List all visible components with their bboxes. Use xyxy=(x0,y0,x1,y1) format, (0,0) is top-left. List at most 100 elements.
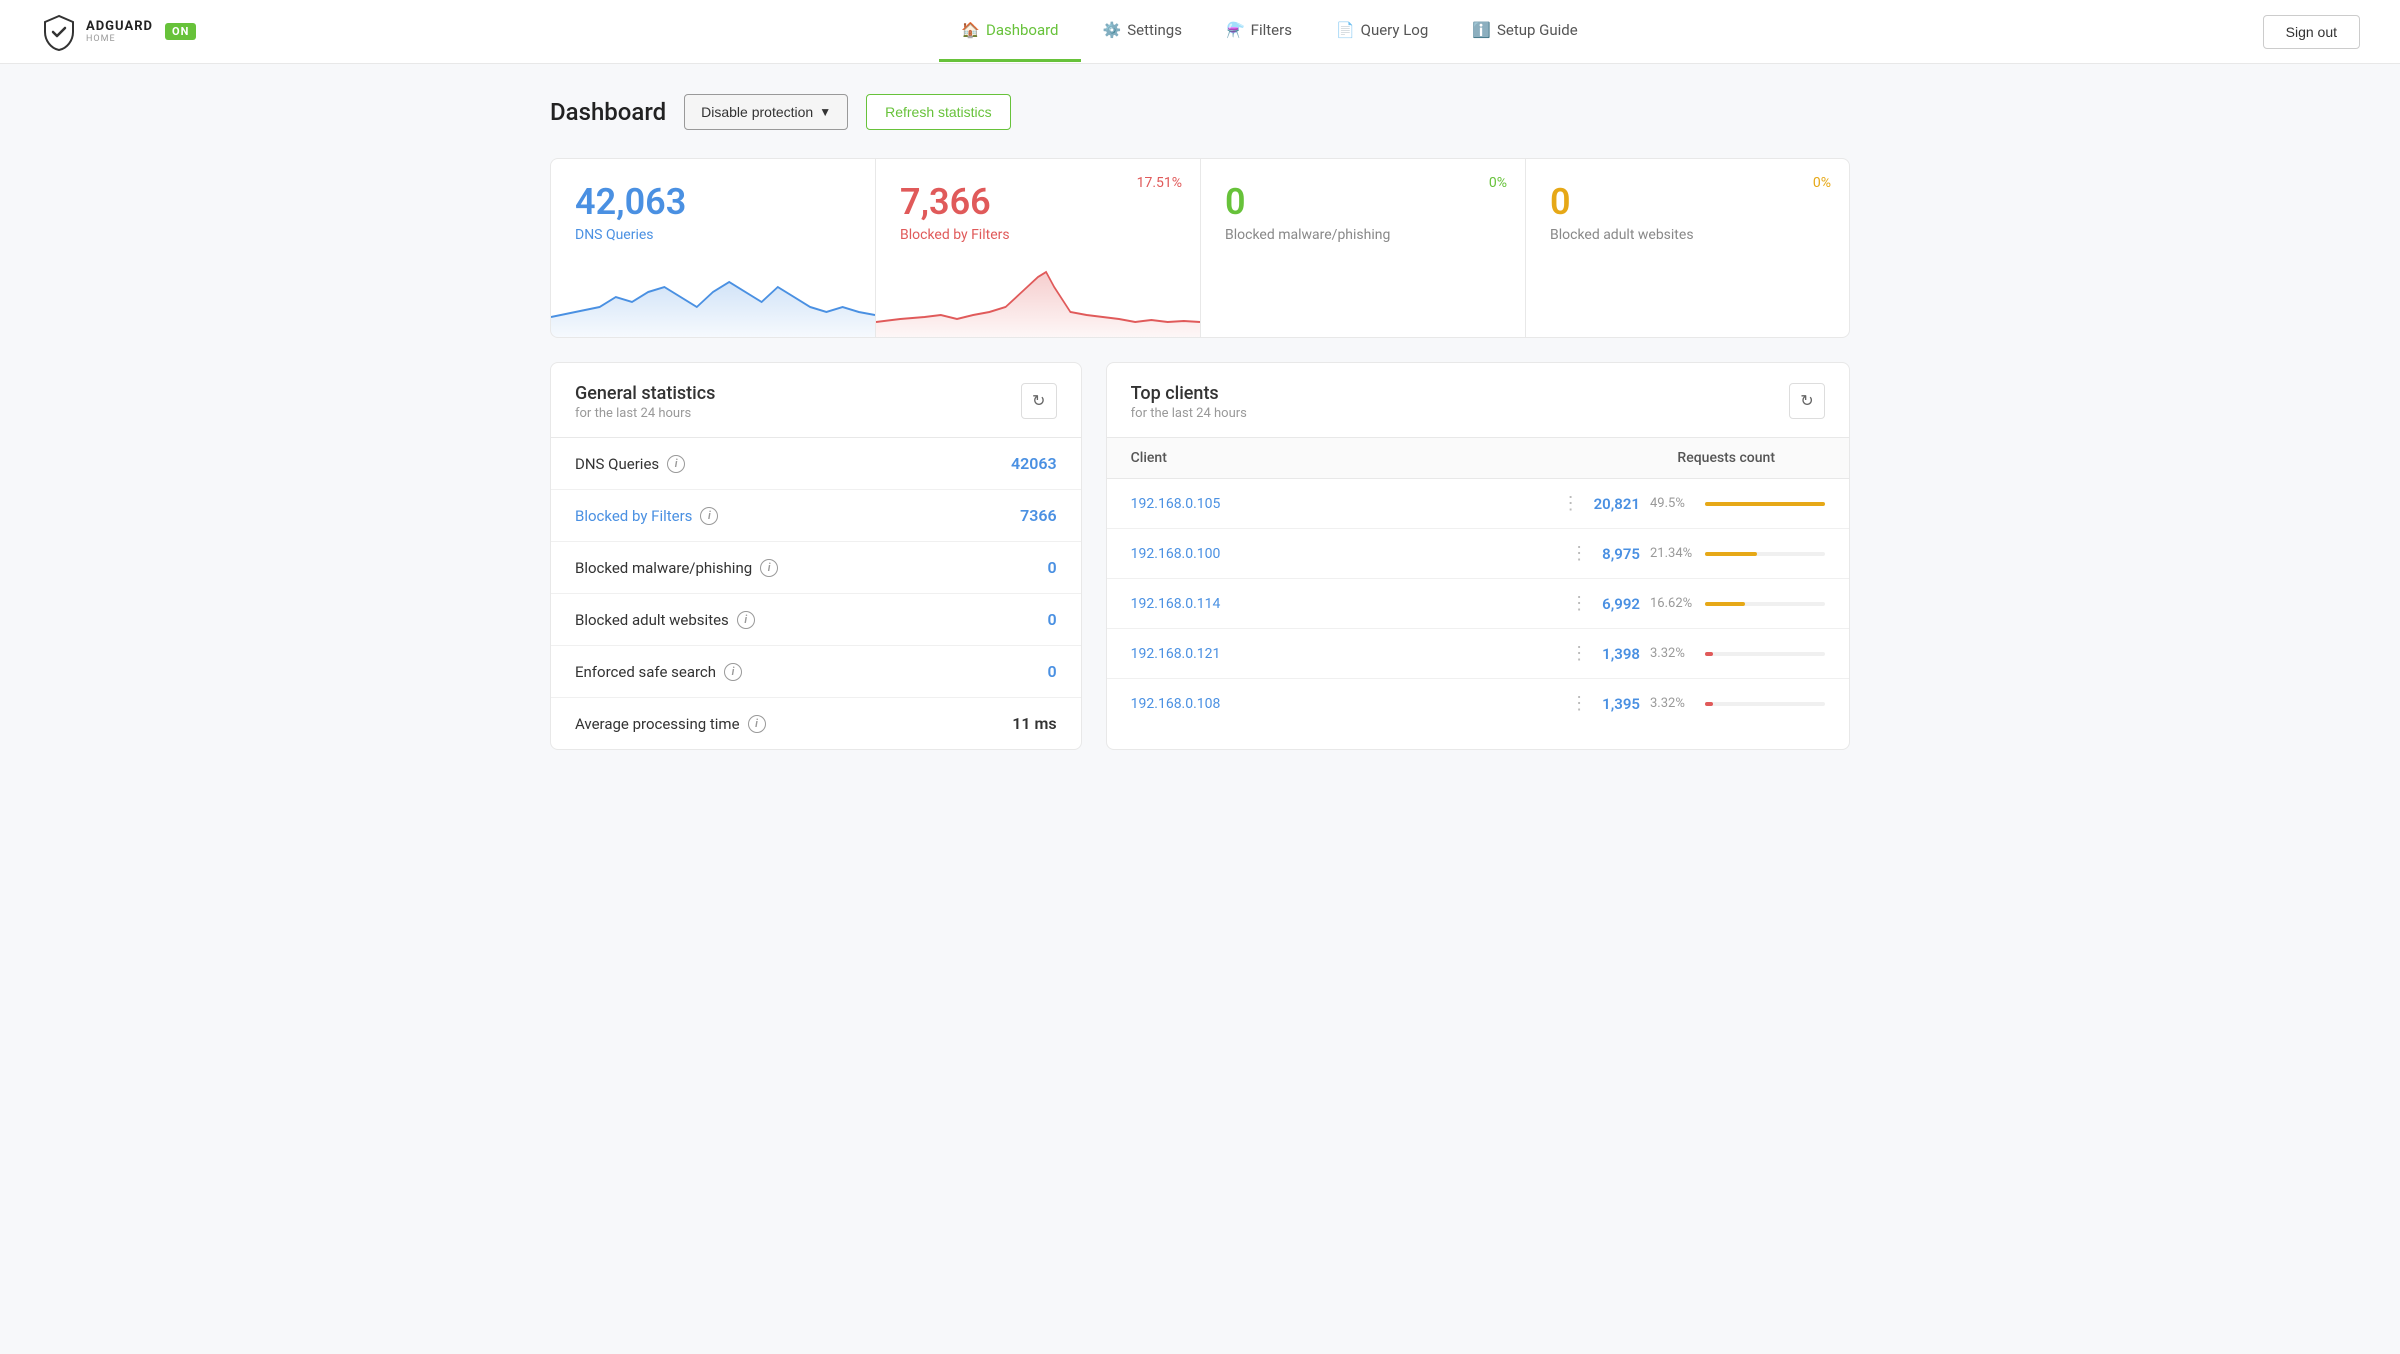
client-percent-3: 3.32% xyxy=(1650,646,1695,661)
blocked-filters-chart xyxy=(876,257,1200,337)
logo: ADGUARD HOME ON xyxy=(40,13,196,51)
blocked-malware-help-icon[interactable]: i xyxy=(760,559,778,577)
client-ip-2[interactable]: 192.168.0.114 xyxy=(1131,596,1557,612)
blocked-malware-percent: 0% xyxy=(1489,175,1507,191)
stat-row-blocked-filters-label[interactable]: Blocked by Filters i xyxy=(575,507,718,525)
client-row-0: 192.168.0.105 ⋮ 20,821 49.5% xyxy=(1107,479,1849,529)
client-percent-2: 16.62% xyxy=(1650,596,1695,611)
nav-settings-label: Settings xyxy=(1127,21,1182,39)
page-title: Dashboard xyxy=(550,98,666,126)
dns-queries-number: 42,063 xyxy=(575,181,851,223)
client-bar-2 xyxy=(1705,602,1825,606)
top-clients-panel: Top clients for the last 24 hours ↻ Clie… xyxy=(1106,362,1850,750)
client-right-1: ⋮ 8,975 21.34% xyxy=(1566,543,1825,564)
log-icon: 📄 xyxy=(1336,21,1355,39)
client-count-0: 20,821 xyxy=(1594,495,1640,513)
stat-row-safe-search-label: Enforced safe search i xyxy=(575,663,742,681)
nav-dashboard[interactable]: 🏠 Dashboard xyxy=(939,1,1080,62)
chevron-down-icon: ▼ xyxy=(819,105,831,119)
home-icon: 🏠 xyxy=(961,21,980,39)
client-percent-1: 21.34% xyxy=(1650,546,1695,561)
general-stats-subtitle: for the last 24 hours xyxy=(575,406,715,421)
col-client-header: Client xyxy=(1131,450,1678,466)
dns-queries-label: DNS Queries xyxy=(575,227,851,243)
client-menu-3[interactable]: ⋮ xyxy=(1566,643,1592,664)
dns-queries-help-icon[interactable]: i xyxy=(667,455,685,473)
general-stats-title-area: General statistics for the last 24 hours xyxy=(575,383,715,421)
client-bar-1 xyxy=(1705,552,1825,556)
blocked-filters-label: Blocked by Filters xyxy=(900,227,1176,243)
nav-query-log[interactable]: 📄 Query Log xyxy=(1314,1,1450,62)
stat-row-avg-processing: Average processing time i 11 ms xyxy=(551,698,1081,749)
stat-row-safe-search-value: 0 xyxy=(1048,662,1057,681)
client-menu-4[interactable]: ⋮ xyxy=(1566,693,1592,714)
client-count-3: 1,398 xyxy=(1602,645,1640,663)
disable-protection-button[interactable]: Disable protection ▼ xyxy=(684,94,848,130)
client-percent-4: 3.32% xyxy=(1650,696,1695,711)
stat-row-safe-search: Enforced safe search i 0 xyxy=(551,646,1081,698)
refresh-statistics-button[interactable]: Refresh statistics xyxy=(866,94,1011,130)
client-menu-1[interactable]: ⋮ xyxy=(1566,543,1592,564)
client-ip-4[interactable]: 192.168.0.108 xyxy=(1131,696,1557,712)
client-row-1: 192.168.0.100 ⋮ 8,975 21.34% xyxy=(1107,529,1849,579)
clients-table-header: Client Requests count xyxy=(1107,438,1849,479)
dns-queries-chart xyxy=(551,257,875,337)
top-clients-header: Top clients for the last 24 hours ↻ xyxy=(1107,363,1849,438)
blocked-filters-help-icon[interactable]: i xyxy=(700,507,718,525)
blocked-adult-label: Blocked adult websites xyxy=(1550,227,1825,243)
client-right-0: ⋮ 20,821 49.5% xyxy=(1558,493,1825,514)
client-count-2: 6,992 xyxy=(1602,595,1640,613)
avg-processing-help-icon[interactable]: i xyxy=(748,715,766,733)
blocked-filters-percent: 17.51% xyxy=(1137,175,1182,191)
stat-row-blocked-adult: Blocked adult websites i 0 xyxy=(551,594,1081,646)
client-count-1: 8,975 xyxy=(1602,545,1640,563)
client-menu-0[interactable]: ⋮ xyxy=(1558,493,1584,514)
info-icon: ℹ️ xyxy=(1472,21,1491,39)
general-stats-panel: General statistics for the last 24 hours… xyxy=(550,362,1082,750)
nav-settings[interactable]: ⚙️ Settings xyxy=(1081,1,1204,62)
stat-row-blocked-filters-value: 7366 xyxy=(1020,506,1057,525)
blocked-malware-label: Blocked malware/phishing xyxy=(1225,227,1501,243)
logo-sub: HOME xyxy=(86,34,153,44)
client-right-3: ⋮ 1,398 3.32% xyxy=(1566,643,1825,664)
filter-icon: ⚗️ xyxy=(1226,21,1245,39)
logo-text: ADGUARD HOME xyxy=(86,19,153,44)
nav-filters[interactable]: ⚗️ Filters xyxy=(1204,1,1314,62)
client-ip-1[interactable]: 192.168.0.100 xyxy=(1131,546,1557,562)
safe-search-help-icon[interactable]: i xyxy=(724,663,742,681)
stat-row-blocked-adult-label: Blocked adult websites i xyxy=(575,611,755,629)
nav-query-log-label: Query Log xyxy=(1361,21,1429,39)
stat-row-dns-queries-label: DNS Queries i xyxy=(575,455,685,473)
client-ip-3[interactable]: 192.168.0.121 xyxy=(1131,646,1557,662)
stat-row-dns-queries-value: 42063 xyxy=(1011,454,1057,473)
main-nav: 🏠 Dashboard ⚙️ Settings ⚗️ Filters 📄 Que… xyxy=(276,1,2262,62)
blocked-filters-number: 7,366 xyxy=(900,181,1176,223)
blocked-adult-number: 0 xyxy=(1550,181,1825,223)
client-ip-0[interactable]: 192.168.0.105 xyxy=(1131,496,1548,512)
stat-row-blocked-malware-value: 0 xyxy=(1048,558,1057,577)
stat-row-avg-processing-value: 11 ms xyxy=(1012,714,1056,733)
nav-setup-guide[interactable]: ℹ️ Setup Guide xyxy=(1450,1,1599,62)
stat-row-avg-processing-label: Average processing time i xyxy=(575,715,766,733)
client-row-2: 192.168.0.114 ⋮ 6,992 16.62% xyxy=(1107,579,1849,629)
top-clients-refresh-button[interactable]: ↻ xyxy=(1789,383,1825,419)
stat-card-blocked-adult: 0% 0 Blocked adult websites xyxy=(1525,158,1850,338)
sign-out-button[interactable]: Sign out xyxy=(2263,15,2360,49)
header: ADGUARD HOME ON 🏠 Dashboard ⚙️ Settings … xyxy=(0,0,2400,64)
adguard-logo-icon xyxy=(40,13,78,51)
client-bar-4 xyxy=(1705,702,1825,706)
client-menu-2[interactable]: ⋮ xyxy=(1566,593,1592,614)
page-header: Dashboard Disable protection ▼ Refresh s… xyxy=(550,94,1850,130)
stat-row-blocked-malware-label: Blocked malware/phishing i xyxy=(575,559,778,577)
stat-card-blocked-filters: 17.51% 7,366 Blocked by Filters xyxy=(875,158,1200,338)
top-clients-title-area: Top clients for the last 24 hours xyxy=(1131,383,1247,421)
logo-title: ADGUARD xyxy=(86,19,153,34)
top-clients-title: Top clients xyxy=(1131,383,1247,404)
stat-card-blocked-malware: 0% 0 Blocked malware/phishing xyxy=(1200,158,1525,338)
client-right-2: ⋮ 6,992 16.62% xyxy=(1566,593,1825,614)
general-stats-refresh-button[interactable]: ↻ xyxy=(1021,383,1057,419)
blocked-adult-help-icon[interactable]: i xyxy=(737,611,755,629)
top-clients-subtitle: for the last 24 hours xyxy=(1131,406,1247,421)
on-badge: ON xyxy=(165,23,196,40)
nav-filters-label: Filters xyxy=(1251,21,1292,39)
